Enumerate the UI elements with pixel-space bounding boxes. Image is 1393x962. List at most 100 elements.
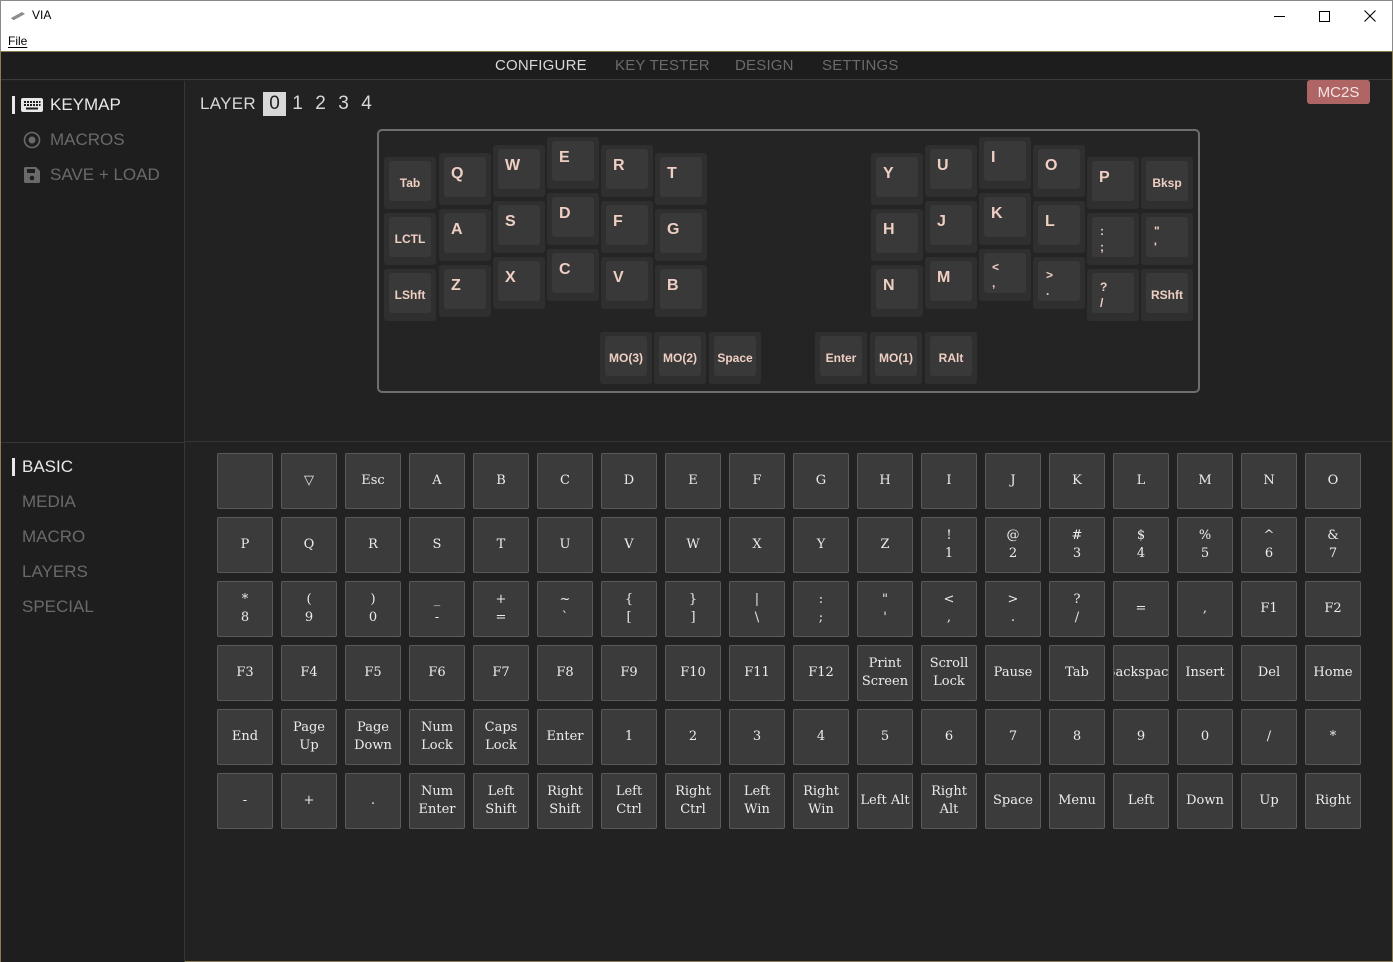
- keycode-button[interactable]: =: [1113, 581, 1169, 637]
- keycode-button[interactable]: F8: [537, 645, 593, 701]
- keyboard-key[interactable]: " ': [1141, 213, 1193, 265]
- keycode-button[interactable]: 8: [1049, 709, 1105, 765]
- keyboard-key[interactable]: ? /: [1087, 269, 1139, 321]
- keycode-button[interactable]: ~ `: [537, 581, 593, 637]
- tab-key-tester[interactable]: KEY TESTER: [615, 57, 710, 74]
- keyboard-key[interactable]: LCTL: [384, 213, 436, 265]
- keycode-button[interactable]: F3: [217, 645, 273, 701]
- keycode-button[interactable]: Right Win: [793, 773, 849, 829]
- keycode-button[interactable]: 5: [857, 709, 913, 765]
- keycode-button[interactable]: U: [537, 517, 593, 573]
- keyboard-key[interactable]: W: [493, 145, 545, 197]
- keycode-blank[interactable]: [217, 453, 273, 509]
- keyboard-key[interactable]: O: [1033, 145, 1085, 197]
- maximize-button[interactable]: [1301, 1, 1347, 31]
- keycode-button[interactable]: | \: [729, 581, 785, 637]
- keycode-button[interactable]: O: [1305, 453, 1361, 509]
- keyboard-key[interactable]: RShft: [1141, 269, 1193, 321]
- keyboard-key[interactable]: H: [871, 209, 923, 261]
- keycode-button[interactable]: 6: [921, 709, 977, 765]
- keyboard-key[interactable]: D: [547, 193, 599, 245]
- keycode-button[interactable]: Right Ctrl: [665, 773, 721, 829]
- keycode-button[interactable]: E: [665, 453, 721, 509]
- keyboard-key[interactable]: F: [601, 201, 653, 253]
- sidebar-item-macros[interactable]: MACROS: [1, 128, 125, 152]
- keycode-button[interactable]: F: [729, 453, 785, 509]
- keycode-button[interactable]: Pause: [985, 645, 1041, 701]
- keycode-button[interactable]: Left Ctrl: [601, 773, 657, 829]
- keycode-button[interactable]: P: [217, 517, 273, 573]
- keycode-button[interactable]: F7: [473, 645, 529, 701]
- keyboard-key[interactable]: R: [601, 145, 653, 197]
- keycode-button[interactable]: +: [281, 773, 337, 829]
- category-basic[interactable]: BASIC: [1, 455, 73, 479]
- layer-0-button[interactable]: 0: [263, 92, 286, 116]
- keycode-button[interactable]: Left: [1113, 773, 1169, 829]
- keycode-button[interactable]: B: [473, 453, 529, 509]
- keycode-button[interactable]: G: [793, 453, 849, 509]
- keycode-button[interactable]: /: [1241, 709, 1297, 765]
- layer-3-button[interactable]: 3: [332, 92, 355, 116]
- keycode-button[interactable]: & 7: [1305, 517, 1361, 573]
- category-special[interactable]: SPECIAL: [1, 595, 94, 619]
- layer-4-button[interactable]: 4: [355, 92, 378, 116]
- keyboard-key[interactable]: K: [979, 193, 1031, 245]
- keycode-button[interactable]: 7: [985, 709, 1041, 765]
- keycode-button[interactable]: @ 2: [985, 517, 1041, 573]
- keycode-button[interactable]: < ,: [921, 581, 977, 637]
- keycode-button[interactable]: R: [345, 517, 401, 573]
- keycode-button[interactable]: Right Shift: [537, 773, 593, 829]
- keyboard-key[interactable]: P: [1087, 157, 1139, 209]
- keyboard-key[interactable]: RAlt: [925, 332, 977, 384]
- keycode-button[interactable]: Left Alt: [857, 773, 913, 829]
- keyboard-key[interactable]: : ;: [1087, 213, 1139, 265]
- layer-1-button[interactable]: 1: [286, 92, 309, 116]
- keycode-button[interactable]: } ]: [665, 581, 721, 637]
- tab-configure[interactable]: CONFIGURE: [495, 57, 587, 74]
- keycode-button[interactable]: Caps Lock: [473, 709, 529, 765]
- keyboard-key[interactable]: X: [493, 257, 545, 309]
- keycode-button[interactable]: M: [1177, 453, 1233, 509]
- keycode-button[interactable]: 1: [601, 709, 657, 765]
- keycode-button[interactable]: Page Down: [345, 709, 401, 765]
- keyboard-key[interactable]: M: [925, 257, 977, 309]
- keyboard-key[interactable]: < ,: [979, 249, 1031, 301]
- keyboard-key[interactable]: N: [871, 265, 923, 317]
- keycode-button[interactable]: Num Lock: [409, 709, 465, 765]
- keycode-button[interactable]: Esc: [345, 453, 401, 509]
- minimize-button[interactable]: [1256, 1, 1302, 31]
- keycode-button[interactable]: # 3: [1049, 517, 1105, 573]
- keycode-button[interactable]: Z: [857, 517, 913, 573]
- keycode-button[interactable]: F4: [281, 645, 337, 701]
- keycode-button[interactable]: V: [601, 517, 657, 573]
- keycode-button[interactable]: $ 4: [1113, 517, 1169, 573]
- keycode-button[interactable]: F6: [409, 645, 465, 701]
- keycode-button[interactable]: 2: [665, 709, 721, 765]
- keycode-button[interactable]: Backspace: [1113, 645, 1169, 701]
- keycode-button[interactable]: Right: [1305, 773, 1361, 829]
- keycode-button[interactable]: Space: [985, 773, 1041, 829]
- keycode-button[interactable]: Tab: [1049, 645, 1105, 701]
- keycode-button[interactable]: ! 1: [921, 517, 977, 573]
- keyboard-key[interactable]: E: [547, 137, 599, 189]
- keycode-button[interactable]: F11: [729, 645, 785, 701]
- sidebar-item-save-load[interactable]: SAVE + LOAD: [1, 163, 160, 187]
- keycode-button[interactable]: S: [409, 517, 465, 573]
- tab-settings[interactable]: SETTINGS: [822, 57, 899, 74]
- keycode-button[interactable]: X: [729, 517, 785, 573]
- keyboard-key[interactable]: > .: [1033, 257, 1085, 309]
- keyboard-key[interactable]: B: [655, 265, 707, 317]
- keycode-button[interactable]: D: [601, 453, 657, 509]
- keycode-button[interactable]: Home: [1305, 645, 1361, 701]
- keycode-button[interactable]: -: [217, 773, 273, 829]
- close-button[interactable]: [1347, 1, 1393, 31]
- keycode-button[interactable]: Left Win: [729, 773, 785, 829]
- keycode-button[interactable]: ^ 6: [1241, 517, 1297, 573]
- keycode-button[interactable]: Enter: [537, 709, 593, 765]
- keycode-transparent[interactable]: ▽: [281, 453, 337, 509]
- keyboard-key[interactable]: J: [925, 201, 977, 253]
- keycode-button[interactable]: 0: [1177, 709, 1233, 765]
- menu-file[interactable]: File: [8, 34, 27, 48]
- keycode-button[interactable]: F5: [345, 645, 401, 701]
- keycode-button[interactable]: > .: [985, 581, 1041, 637]
